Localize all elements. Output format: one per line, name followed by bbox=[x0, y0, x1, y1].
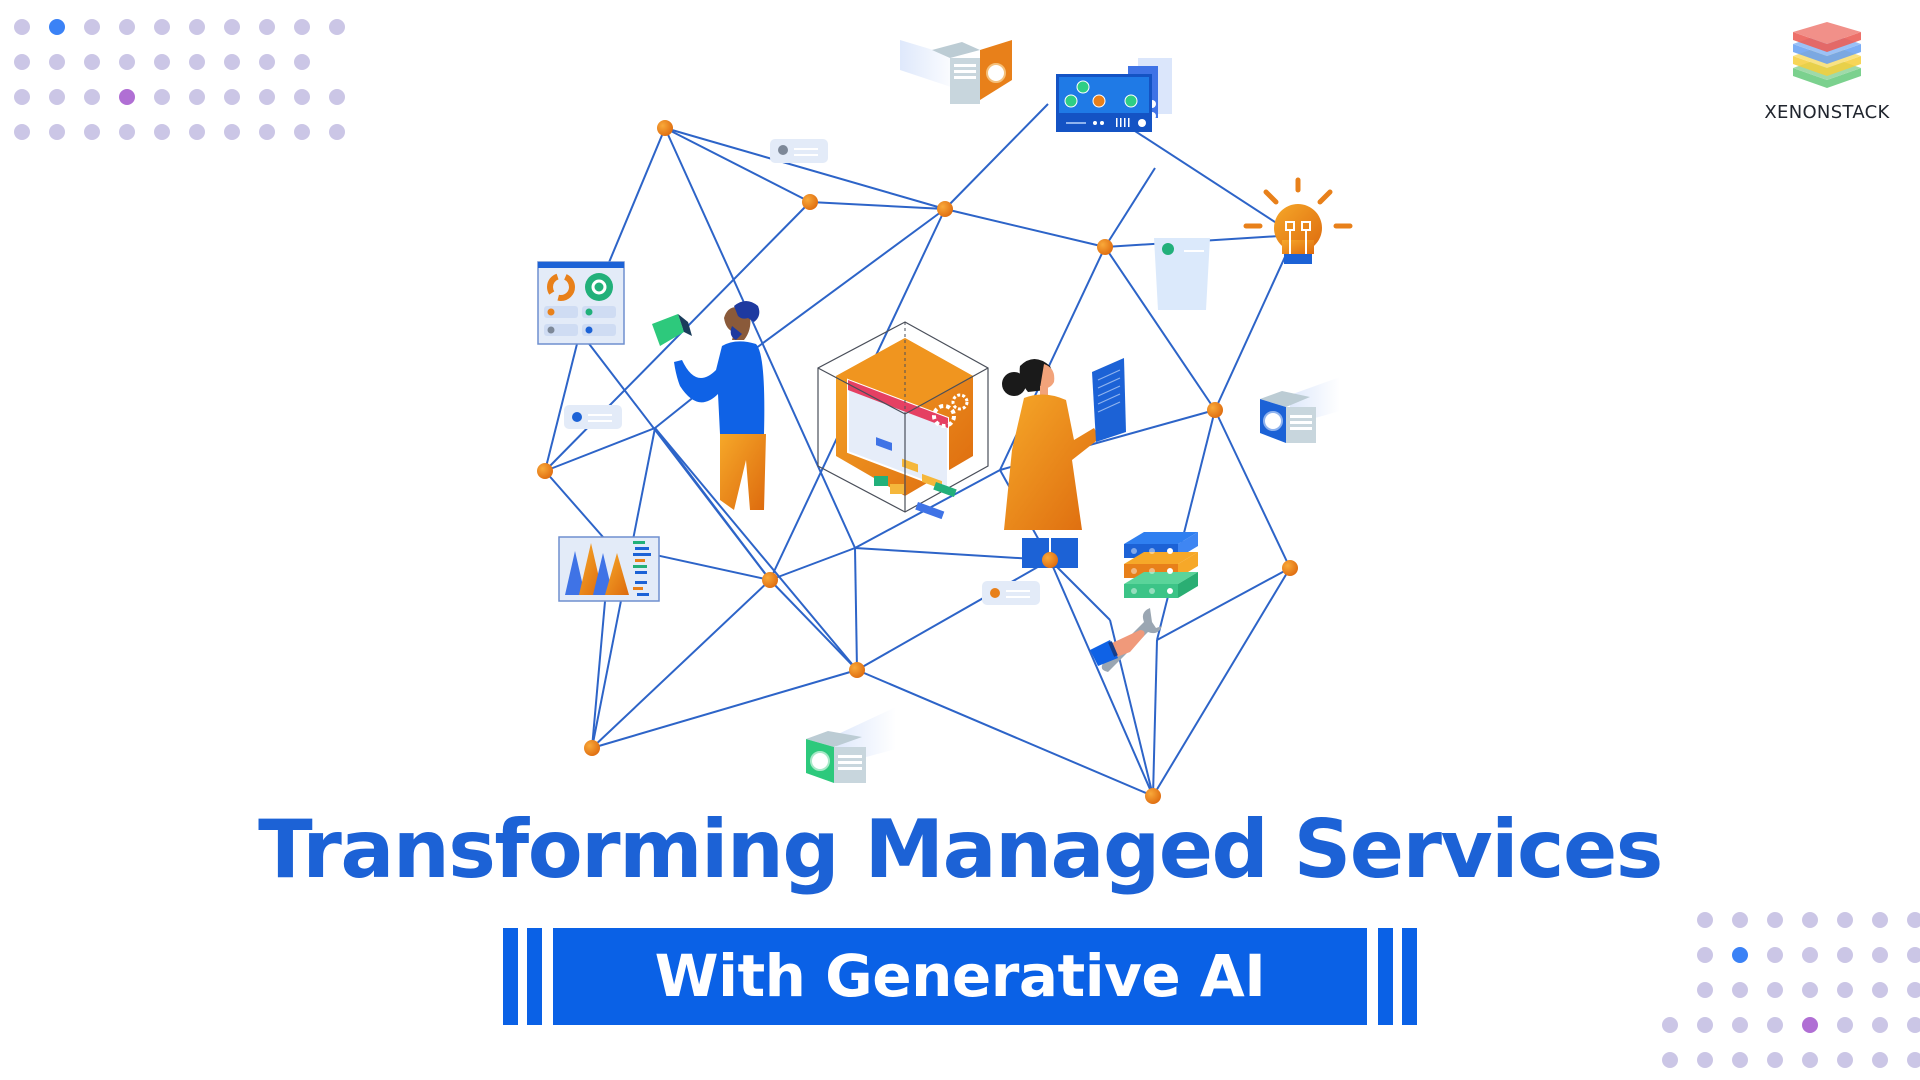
database-stack-icon bbox=[1124, 532, 1198, 598]
message-chip-icon bbox=[564, 405, 622, 429]
decorative-dot bbox=[1662, 1017, 1678, 1033]
decorative-dot bbox=[1732, 947, 1748, 963]
network-edge bbox=[544, 427, 656, 472]
banner-stripe bbox=[503, 928, 518, 1025]
decorative-dot bbox=[1837, 912, 1853, 928]
network-edge bbox=[1049, 559, 1111, 621]
network-edge bbox=[856, 669, 1154, 797]
network-illustration bbox=[537, 40, 1353, 804]
decorative-dot bbox=[1837, 1052, 1853, 1068]
network-edge bbox=[1214, 234, 1296, 411]
decorative-dot bbox=[1802, 912, 1818, 928]
decorative-dot bbox=[1697, 1052, 1713, 1068]
network-node-green bbox=[1162, 243, 1174, 255]
decorative-dot bbox=[1802, 1017, 1818, 1033]
decorative-dot bbox=[1732, 982, 1748, 998]
headline-title: Transforming Managed Services bbox=[258, 803, 1663, 896]
decorative-dot bbox=[1872, 912, 1888, 928]
network-edge bbox=[739, 208, 946, 361]
decorative-dot bbox=[1767, 982, 1783, 998]
decorative-dot bbox=[1697, 1017, 1713, 1033]
network-node bbox=[937, 201, 953, 217]
decorative-dot bbox=[1802, 947, 1818, 963]
banner-stripe bbox=[1378, 928, 1393, 1025]
network-edge bbox=[1104, 167, 1156, 248]
decorative-dot bbox=[1872, 982, 1888, 998]
decorative-dot bbox=[1767, 947, 1783, 963]
decorative-dot bbox=[1837, 947, 1853, 963]
network-node bbox=[849, 662, 865, 678]
network-node bbox=[762, 572, 778, 588]
network-edge bbox=[944, 103, 1049, 210]
projector-box-green-icon bbox=[806, 707, 896, 783]
decorative-dot bbox=[1837, 982, 1853, 998]
decorative-dot bbox=[1872, 1052, 1888, 1068]
wrench-hand-icon bbox=[1090, 608, 1162, 672]
message-chip-icon bbox=[770, 139, 828, 163]
server-rack-icon bbox=[1056, 58, 1172, 132]
decorative-dot bbox=[1732, 912, 1748, 928]
network-edge bbox=[1152, 639, 1158, 797]
decorative-dot bbox=[1907, 982, 1920, 998]
decorative-dot bbox=[1872, 947, 1888, 963]
network-node bbox=[1282, 560, 1298, 576]
network-edge bbox=[1117, 119, 1296, 236]
decorative-dot bbox=[1802, 982, 1818, 998]
network-edge bbox=[854, 547, 858, 671]
network-edge bbox=[944, 208, 1106, 248]
banner-stripe bbox=[527, 928, 542, 1025]
person-man-icon bbox=[652, 301, 766, 510]
banner-stripe bbox=[1402, 928, 1417, 1025]
message-chip-icon bbox=[982, 581, 1040, 605]
network-node bbox=[584, 740, 600, 756]
decorative-dot bbox=[1907, 947, 1920, 963]
network-edge bbox=[1152, 567, 1291, 797]
subtitle-banner: With Generative AI bbox=[503, 928, 1417, 1025]
network-node bbox=[657, 120, 673, 136]
decorative-dot bbox=[1802, 1052, 1818, 1068]
network-edge bbox=[544, 470, 611, 546]
network-node bbox=[1097, 239, 1113, 255]
decorative-dot bbox=[1907, 912, 1920, 928]
decorative-dot bbox=[1697, 947, 1713, 963]
decorative-dot bbox=[1662, 1052, 1678, 1068]
network-edge bbox=[1156, 409, 1216, 641]
area-chart-panel-icon bbox=[558, 536, 660, 602]
network-edge bbox=[854, 547, 1051, 561]
network-edge bbox=[769, 579, 858, 671]
decorative-dot bbox=[1697, 982, 1713, 998]
decorative-dot bbox=[1837, 1017, 1853, 1033]
dashboard-window-icon bbox=[537, 261, 625, 345]
network-edge bbox=[856, 559, 1051, 671]
headline-subtitle: With Generative AI bbox=[553, 928, 1367, 1025]
decorative-dot bbox=[1732, 1052, 1748, 1068]
network-node bbox=[1207, 402, 1223, 418]
lightbulb-icon bbox=[1243, 177, 1353, 264]
projector-box-orange-icon bbox=[900, 40, 1012, 104]
decorative-dot bbox=[1767, 912, 1783, 928]
network-node bbox=[802, 194, 818, 210]
network-node bbox=[1042, 552, 1058, 568]
decorative-dot bbox=[1767, 1017, 1783, 1033]
network-node bbox=[537, 463, 553, 479]
decorative-dot bbox=[1697, 912, 1713, 928]
network-edge bbox=[544, 331, 581, 472]
projector-box-blue-icon bbox=[1260, 377, 1340, 443]
decorative-dot bbox=[1907, 1017, 1920, 1033]
decorative-dot bbox=[1907, 1052, 1920, 1068]
decorative-dot bbox=[1872, 1017, 1888, 1033]
decorative-dot bbox=[1732, 1017, 1748, 1033]
person-woman-icon bbox=[1002, 358, 1126, 568]
decorative-dot bbox=[1767, 1052, 1783, 1068]
